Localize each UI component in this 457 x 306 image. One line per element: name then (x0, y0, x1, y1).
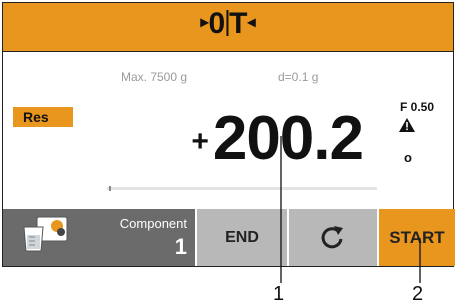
weight-sign: + (191, 125, 209, 158)
refresh-button[interactable] (289, 209, 377, 266)
end-button[interactable]: END (197, 209, 287, 266)
container-component-icon (23, 216, 68, 252)
component-number: 1 (174, 234, 187, 259)
bottom-button-bar: Component 1 END START (3, 209, 455, 266)
zero-label: 0 (208, 7, 226, 40)
zero-tare-bar[interactable]: ▸0 T◂ (3, 3, 453, 52)
start-button[interactable]: START (379, 209, 455, 266)
balance-display: ▸0 T◂ Max. 7500 g d=0.1 g Res +200.2 F 0.… (2, 2, 455, 267)
res-badge: Res (13, 107, 73, 127)
progress-track (107, 187, 377, 190)
refresh-icon (321, 226, 343, 249)
f-value-text: F 0.50 (400, 100, 435, 114)
callout-label-1: 1 (273, 283, 285, 305)
tare-arrow-right-icon: ◂ (247, 14, 256, 32)
readability-text: d=0.1 g (278, 70, 319, 84)
weight-value: 200.2 (212, 104, 364, 173)
tare-label: T (229, 7, 248, 40)
callout-label-2: 2 (412, 283, 424, 305)
progress-fill (109, 186, 111, 191)
zero-tare-divider (226, 10, 229, 37)
zero-tare-button[interactable]: ▸0 T◂ (200, 7, 255, 41)
zero-arrow-left-icon: ▸ (200, 14, 209, 32)
max-capacity-text: Max. 7500 g (121, 70, 188, 84)
o-indicator: o (404, 150, 412, 165)
warning-triangle-icon (399, 118, 415, 132)
weight-value-display: +200.2 (191, 103, 364, 174)
component-button[interactable]: Component 1 (3, 209, 195, 266)
component-label: Component (119, 216, 187, 231)
